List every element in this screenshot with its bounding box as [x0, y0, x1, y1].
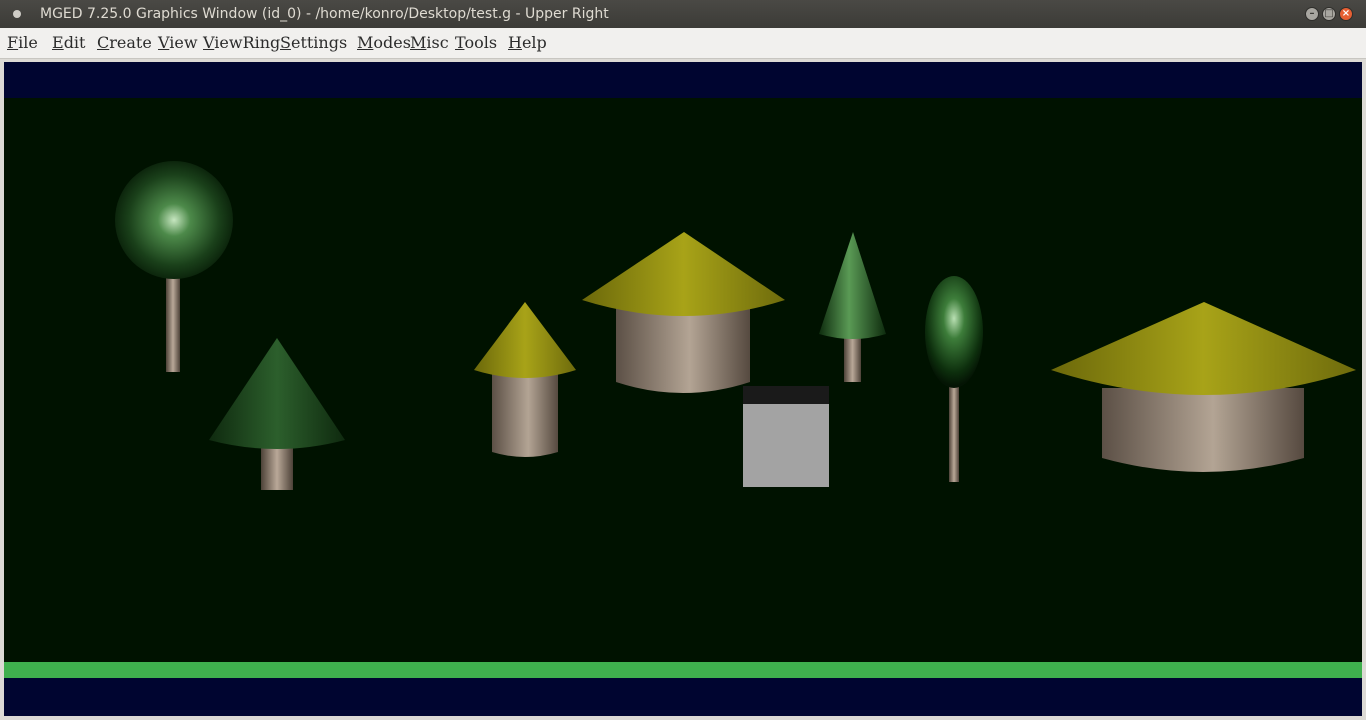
rendered-scene — [115, 161, 1356, 490]
menu-view[interactable]: View — [158, 33, 198, 53]
large-hut — [1051, 302, 1356, 472]
grey-box-face — [743, 404, 829, 487]
menu-modes[interactable]: Modes — [357, 33, 411, 53]
cone-tree-trunk — [261, 442, 293, 490]
menu-file[interactable]: File — [7, 33, 38, 53]
round-tree — [115, 161, 233, 372]
menu-tools[interactable]: Tools — [455, 33, 497, 53]
minimize-icon: – — [1309, 8, 1315, 19]
menu-bar: File Edit Create View ViewRing Settings … — [0, 28, 1366, 59]
grey-box-top — [743, 386, 829, 404]
window-title: MGED 7.25.0 Graphics Window (id_0) - /ho… — [40, 6, 609, 22]
round-tree-foliage — [115, 161, 233, 279]
medium-hut-wall — [616, 306, 750, 393]
mged-graphics-window: MGED 7.25.0 Graphics Window (id_0) - /ho… — [0, 0, 1366, 720]
menu-viewring[interactable]: ViewRing — [203, 33, 280, 53]
viewport-status-bar — [4, 662, 1362, 678]
large-hut-roof — [1051, 302, 1356, 395]
close-button[interactable]: × — [1339, 7, 1353, 21]
ellipse-tree — [925, 276, 983, 482]
ellipse-tree-foliage — [925, 276, 983, 388]
grey-box — [743, 386, 829, 487]
menu-misc[interactable]: Misc — [410, 33, 449, 53]
minimize-button[interactable]: – — [1305, 7, 1319, 21]
menu-create[interactable]: Create — [97, 33, 152, 53]
maximize-icon: □ — [1324, 8, 1334, 19]
cone-tree — [209, 338, 345, 490]
menu-settings[interactable]: Settings — [280, 33, 347, 53]
medium-hut — [582, 232, 785, 393]
menu-help[interactable]: Help — [508, 33, 547, 53]
large-hut-wall — [1102, 388, 1304, 472]
app-menu-icon[interactable] — [13, 10, 21, 18]
graphics-viewport[interactable] — [4, 62, 1362, 716]
close-icon: × — [1341, 8, 1351, 19]
slim-cone-tree-foliage — [819, 232, 886, 339]
viewport-bottom-band — [4, 678, 1362, 716]
small-hut — [474, 302, 576, 457]
title-bar[interactable]: MGED 7.25.0 Graphics Window (id_0) - /ho… — [0, 0, 1366, 28]
menu-edit[interactable]: Edit — [52, 33, 85, 53]
maximize-button[interactable]: □ — [1322, 7, 1336, 21]
slim-cone-tree-trunk — [844, 334, 861, 382]
small-hut-wall — [492, 368, 558, 457]
small-hut-roof — [474, 302, 576, 378]
round-tree-trunk — [166, 274, 180, 372]
ellipse-tree-trunk — [949, 382, 959, 482]
medium-hut-roof — [582, 232, 785, 316]
cone-tree-foliage — [209, 338, 345, 449]
slim-cone-tree — [819, 232, 886, 382]
